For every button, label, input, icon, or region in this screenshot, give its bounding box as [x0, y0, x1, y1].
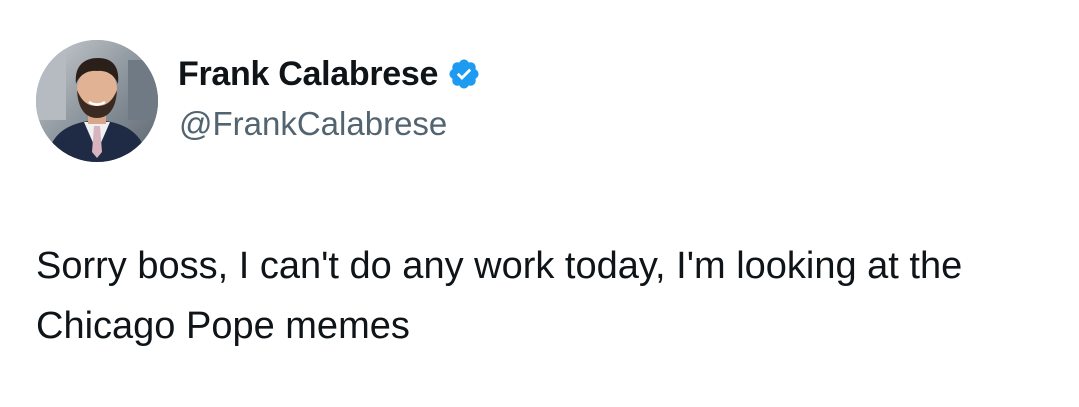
avatar[interactable]	[36, 40, 158, 162]
author-name-row: Frank Calabrese	[178, 52, 481, 96]
verified-badge-icon[interactable]	[447, 57, 481, 91]
avatar-photo	[36, 40, 158, 162]
handle[interactable]: @FrankCalabrese	[179, 105, 447, 143]
display-name[interactable]: Frank Calabrese	[178, 55, 438, 94]
tweet-text: Sorry boss, I can't do any work today, I…	[36, 245, 963, 347]
tweet-card: Frank Calabrese @FrankCalabrese Sorry bo…	[0, 0, 1079, 407]
